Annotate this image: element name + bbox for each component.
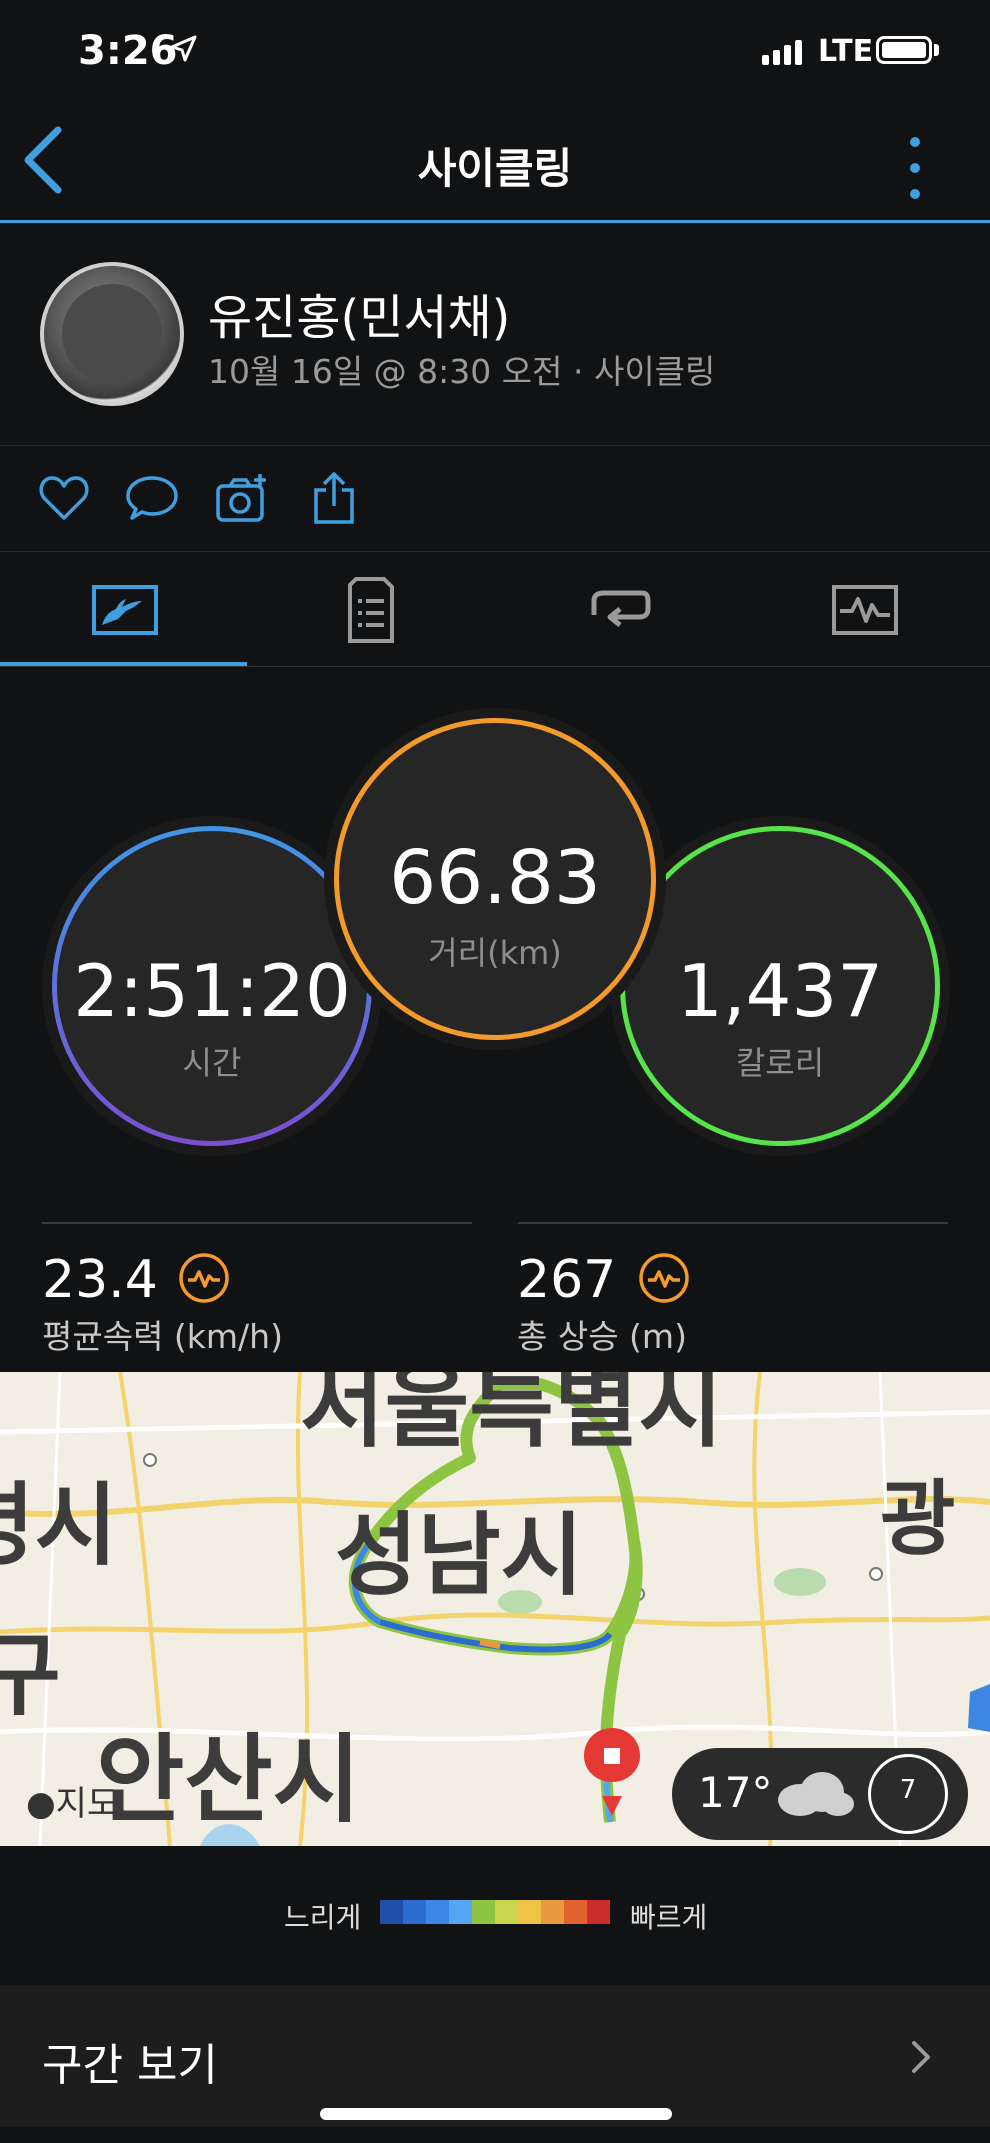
- legend-swatch: [472, 1900, 495, 1924]
- time-value: 2:51:20: [73, 949, 351, 1033]
- time-ring: 2:51:20 시간: [52, 826, 372, 1146]
- battery-tip: [934, 44, 939, 56]
- total-ascent-value: 267: [517, 1250, 617, 1310]
- pulse-badge-icon[interactable]: [178, 1252, 230, 1304]
- map-city-label: 구: [0, 1623, 61, 1728]
- legend-swatch: [518, 1900, 541, 1924]
- legend-swatch: [426, 1900, 449, 1924]
- wind-value: 7: [899, 1775, 917, 1805]
- summary-tab-icon[interactable]: [90, 575, 160, 645]
- battery-icon: [876, 36, 932, 64]
- more-options-icon[interactable]: [900, 132, 930, 204]
- map-city-label: 서울특별시: [300, 1372, 724, 1460]
- calories-value: 1,437: [676, 949, 884, 1033]
- time-label: 시간: [182, 1044, 242, 1082]
- weather-temp: 17°: [698, 1768, 773, 1817]
- legend-fast-label: 빠르게: [630, 1901, 708, 1934]
- legend-swatch: [587, 1900, 610, 1924]
- avatar[interactable]: [40, 262, 184, 406]
- laps-view-label: 구간 보기: [42, 2040, 218, 2091]
- distance-value: 66.83: [389, 835, 601, 921]
- calories-label: 칼로리: [735, 1044, 825, 1082]
- laps-tab-icon[interactable]: [582, 575, 652, 645]
- speed-legend-bar: [380, 1900, 610, 1924]
- distance-ring: 66.83 거리(km): [334, 718, 656, 1040]
- details-tab-icon[interactable]: [336, 575, 406, 645]
- camera-add-icon[interactable]: [214, 470, 270, 526]
- wind-compass-icon: 7: [868, 1754, 948, 1834]
- apple-maps-logo: ●지도: [26, 1776, 118, 1825]
- legend-swatch: [403, 1900, 426, 1924]
- charts-tab-icon[interactable]: [830, 575, 900, 645]
- ascent-divider: [518, 1222, 948, 1224]
- laps-view-row[interactable]: 구간 보기: [0, 1985, 990, 2127]
- route-map[interactable]: 서울특별시 성남시 광 명시 구 안산시 ●지도 17° 7: [0, 1372, 990, 1846]
- legend-slow-label: 느리게: [284, 1901, 362, 1934]
- distance-label: 거리(km): [428, 934, 562, 972]
- legend-swatch: [495, 1900, 518, 1924]
- tabs-divider: [0, 666, 990, 667]
- network-label: LTE: [818, 34, 874, 69]
- avg-speed-label: 평균속력 (km/h): [42, 1317, 283, 1356]
- calories-ring: 1,437 칼로리: [620, 826, 940, 1146]
- comment-icon[interactable]: [124, 470, 180, 526]
- map-city-label: 성남시: [335, 1503, 584, 1608]
- map-city-label: 안산시: [96, 1724, 361, 1836]
- chevron-right-icon: [912, 2041, 930, 2073]
- share-icon[interactable]: [306, 470, 362, 526]
- user-name: 유진홍(민서채): [208, 290, 511, 346]
- home-indicator: [320, 2108, 672, 2120]
- legend-swatch: [380, 1900, 403, 1924]
- pulse-badge-icon[interactable]: [638, 1252, 690, 1304]
- cloud-icon: [778, 1772, 854, 1816]
- avg-speed-value: 23.4: [42, 1250, 158, 1310]
- activity-meta: 10월 16일 @ 8:30 오전 · 사이클링: [208, 352, 716, 391]
- heart-icon[interactable]: [36, 470, 92, 526]
- map-city-label: 명시: [0, 1473, 118, 1578]
- map-logo-text: 지도: [55, 1784, 119, 1824]
- profile-divider: [0, 445, 990, 446]
- legend-swatch: [449, 1900, 472, 1924]
- speed-divider: [42, 1222, 472, 1224]
- page-title: 사이클링: [417, 144, 573, 193]
- total-ascent-label: 총 상승 (m): [517, 1317, 687, 1356]
- legend-swatch: [564, 1900, 587, 1924]
- signal-icon: [762, 40, 806, 65]
- status-time: 3:26: [78, 28, 178, 74]
- apple-icon: ●: [26, 1784, 56, 1824]
- map-city-label: 광: [880, 1472, 956, 1567]
- legend-swatch: [541, 1900, 564, 1924]
- weather-pill[interactable]: 17° 7: [672, 1748, 968, 1840]
- nav-divider: [0, 220, 990, 223]
- actions-divider: [0, 551, 990, 552]
- location-arrow-icon: [170, 35, 197, 62]
